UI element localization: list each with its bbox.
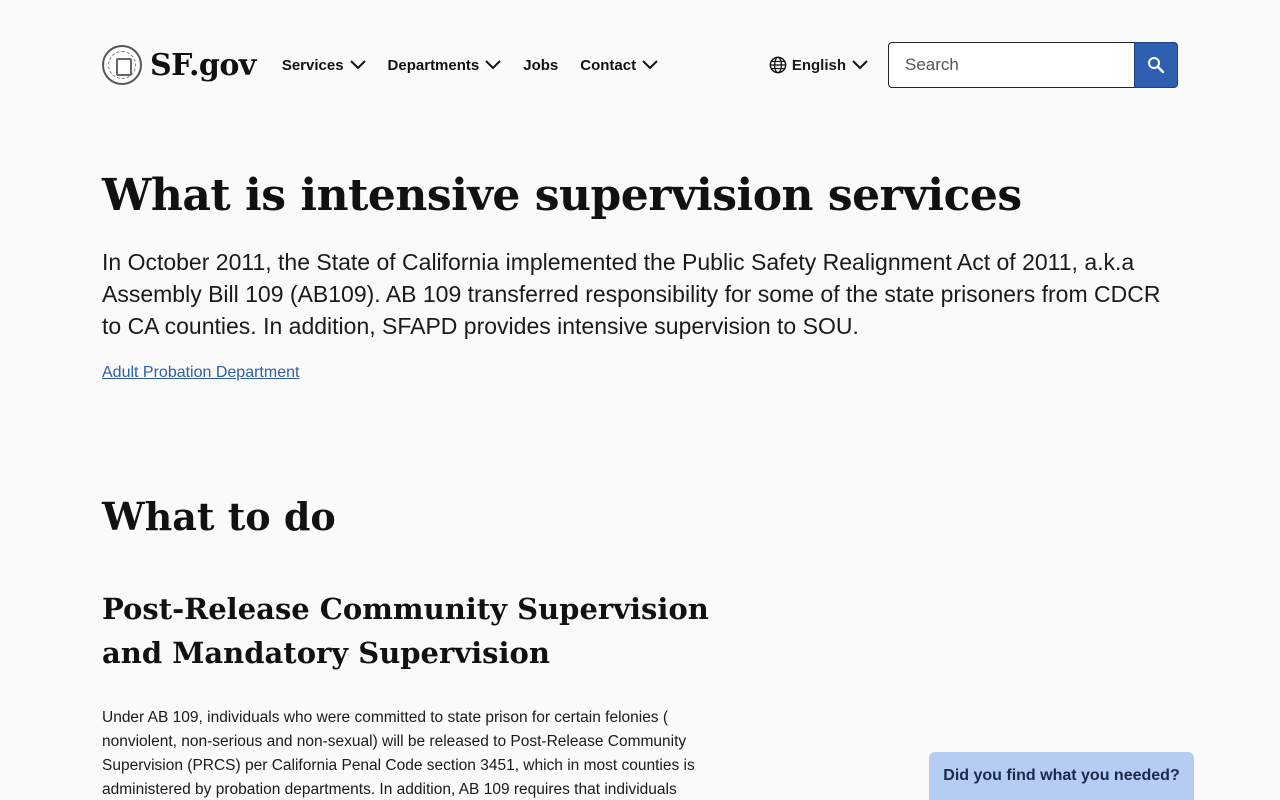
search-input[interactable]	[888, 42, 1134, 88]
language-selector[interactable]: English	[769, 56, 868, 74]
nav-departments[interactable]: Departments	[388, 57, 502, 74]
search-icon	[1148, 57, 1165, 74]
department-link[interactable]: Adult Probation Department	[102, 364, 299, 382]
language-label: English	[791, 56, 846, 74]
nav-jobs[interactable]: Jobs	[523, 57, 558, 74]
chevron-down-icon	[485, 60, 501, 70]
search-button[interactable]	[1134, 42, 1178, 88]
section-heading: What to do	[102, 494, 336, 539]
site-header: SF.gov Services Departments Jobs Contact…	[102, 42, 1178, 88]
nav-contact[interactable]: Contact	[580, 57, 658, 74]
chevron-down-icon	[349, 60, 366, 70]
intro-paragraph: In October 2011, the State of California…	[102, 249, 1161, 339]
nav-jobs-label: Jobs	[523, 56, 559, 74]
subsection-heading: Post-Release Community Supervision and M…	[102, 592, 709, 670]
nav-services-label: Services	[281, 56, 344, 74]
subsection-body: Under AB 109, individuals who were commi…	[102, 709, 695, 798]
logo-text: SF.gov	[150, 47, 256, 83]
search-form	[888, 42, 1178, 88]
chevron-down-icon	[852, 60, 868, 70]
city-seal-icon	[102, 45, 142, 85]
nav-departments-label: Departments	[387, 56, 480, 74]
nav-services[interactable]: Services	[282, 57, 366, 74]
main-nav: Services Departments Jobs Contact	[282, 57, 658, 74]
chevron-down-icon	[642, 60, 658, 70]
page-title: What is intensive supervision services	[102, 170, 1022, 221]
feedback-button[interactable]: Did you find what you needed?	[929, 752, 1194, 800]
globe-icon	[769, 56, 787, 74]
sfgov-logo-link[interactable]: SF.gov	[102, 45, 256, 85]
nav-contact-label: Contact	[580, 56, 637, 74]
